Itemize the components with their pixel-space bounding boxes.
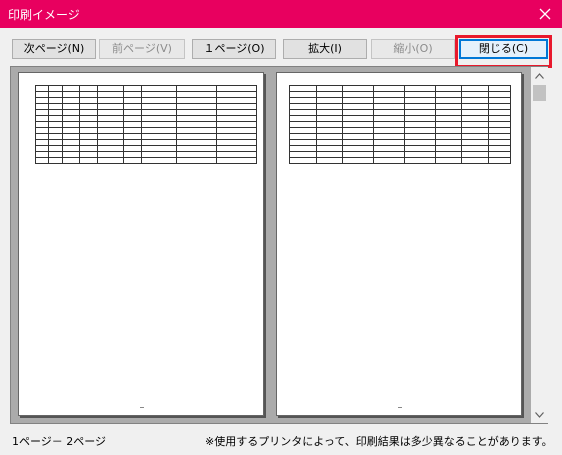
zoom-in-button[interactable]: 拡大(I) — [283, 39, 367, 59]
page-range-label: 1ページ－ 2ページ — [12, 435, 107, 448]
window-title: 印刷イメージ — [8, 8, 80, 22]
table-row — [34, 157, 257, 164]
page-number-mark — [398, 407, 402, 408]
close-button-highlight — [455, 35, 552, 68]
prev-page-button[interactable]: 前ページ(V) — [99, 39, 185, 59]
next-page-button[interactable]: 次ページ(N) — [12, 39, 96, 59]
page-1-table — [34, 85, 257, 164]
page-number-mark — [140, 407, 144, 408]
close-icon[interactable] — [528, 0, 562, 28]
scroll-down-arrow-icon[interactable] — [531, 406, 548, 423]
table-row — [289, 157, 512, 164]
zoom-out-button[interactable]: 縮小(O) — [371, 39, 455, 59]
preview-page-2 — [276, 72, 522, 416]
preview-page-1 — [18, 72, 264, 416]
title-bar: 印刷イメージ — [0, 0, 562, 28]
scroll-thumb[interactable] — [533, 85, 546, 101]
page-2-table — [289, 85, 512, 164]
vertical-scrollbar[interactable] — [531, 67, 548, 423]
one-page-button[interactable]: １ページ(O) — [192, 39, 276, 59]
scroll-up-arrow-icon[interactable] — [531, 67, 548, 84]
print-note-label: ※使用するプリンタによって、印刷結果は多少異なることがあります。 — [205, 435, 553, 448]
